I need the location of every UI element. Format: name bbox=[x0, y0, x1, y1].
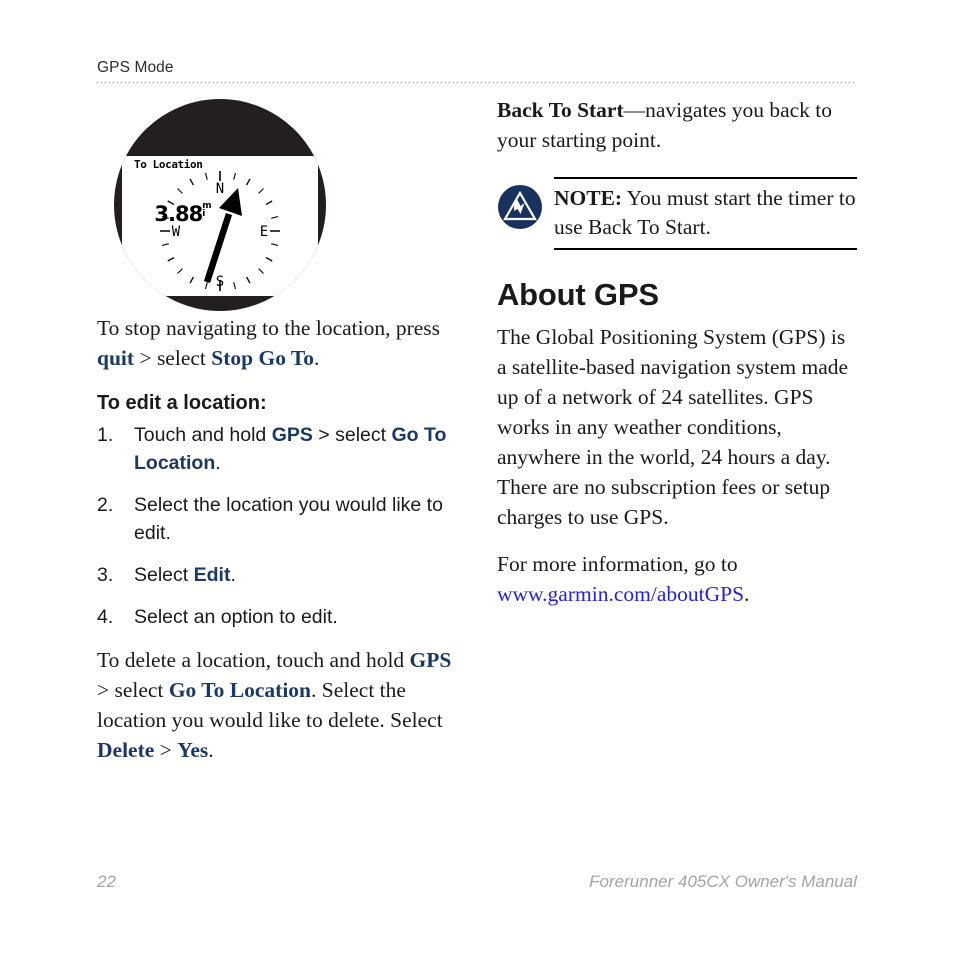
step-text-1: Select an option to edit. bbox=[134, 606, 338, 628]
about-gps-paragraph: The Global Positioning System (GPS) is a… bbox=[497, 325, 849, 529]
edit-location-heading: To edit a location: bbox=[97, 392, 267, 414]
list-item: 2. Select the location you would like to … bbox=[97, 491, 457, 547]
garmin-note-triangle-icon bbox=[498, 185, 542, 229]
list-item: 4. Select an option to edit. bbox=[97, 603, 457, 631]
stop-navigating-paragraph: To stop navigating to the location, pres… bbox=[97, 313, 457, 373]
page-number: 22 bbox=[97, 872, 116, 891]
ui-term-go-to-location: Go To Location bbox=[168, 678, 312, 702]
watch-screen: To Location N S E W 3.88 m i bbox=[122, 156, 318, 296]
ui-term-back-to-start: Back To Start bbox=[497, 98, 624, 122]
ui-term-gps: GPS bbox=[409, 648, 452, 672]
more-information-paragraph: For more information, go to www.garmin.c… bbox=[497, 549, 857, 609]
ui-term-edit: Edit bbox=[193, 564, 231, 586]
distance-unit: mi bbox=[202, 202, 211, 219]
compass-dial-icon: N S E W bbox=[160, 171, 280, 291]
ui-term-quit: quit bbox=[97, 346, 135, 370]
compass-west-label: W bbox=[172, 224, 181, 240]
bearing-pointer-icon bbox=[203, 188, 242, 284]
forerunner-watch-illustration: To Location N S E W 3.88 m i bbox=[114, 99, 326, 311]
header-title: GPS Mode bbox=[97, 59, 174, 76]
step-number: 2. bbox=[97, 494, 114, 516]
back-to-start-paragraph: Back To Start—navigates you back to your… bbox=[497, 95, 857, 155]
watch-figure: To Location N S E W 3.88 m i bbox=[97, 95, 457, 313]
header-divider bbox=[97, 82, 857, 83]
edit-location-steps: 1. Touch and hold GPS > select Go To Loca… bbox=[97, 421, 457, 631]
delete-text-5: . bbox=[208, 738, 214, 762]
distance-unit-bottom: i bbox=[202, 209, 206, 219]
page-footer: 22 Forerunner 405CX Owner's Manual bbox=[97, 872, 857, 892]
garmin-about-gps-link[interactable]: www.garmin.com/aboutGPS bbox=[497, 582, 744, 606]
step-number: 1. bbox=[97, 424, 114, 446]
note-callout: NOTE: You must start the timer to use Ba… bbox=[497, 177, 857, 250]
stop-nav-text-2: > select bbox=[134, 346, 212, 370]
step-number: 4. bbox=[97, 606, 114, 628]
note-text: NOTE: You must start the timer to use Ba… bbox=[554, 184, 857, 242]
more-info-trail: . bbox=[744, 582, 750, 606]
step-text-3: . bbox=[215, 452, 221, 474]
step-text-2: . bbox=[230, 564, 236, 586]
delete-text-2: > select bbox=[97, 678, 169, 702]
left-column: To Location N S E W 3.88 m i To stop nav… bbox=[97, 95, 457, 782]
step-number: 3. bbox=[97, 564, 114, 586]
ui-term-stop-go-to: Stop Go To bbox=[211, 346, 315, 370]
note-body: NOTE: You must start the timer to use Ba… bbox=[554, 177, 857, 250]
stop-nav-text-1: To stop navigating to the location, pres… bbox=[97, 316, 441, 340]
step-text-1: Touch and hold bbox=[134, 424, 272, 446]
ui-term-gps: GPS bbox=[271, 424, 313, 446]
compass-east-label: E bbox=[260, 224, 268, 240]
page-header: GPS Mode bbox=[97, 58, 857, 83]
step-text-1: Select the location you would like to ed… bbox=[134, 494, 443, 544]
distance-readout: 3.88 m i bbox=[122, 202, 244, 226]
step-text-2: > select bbox=[312, 424, 392, 446]
compass-north-label: N bbox=[216, 181, 224, 197]
list-item: 1. Touch and hold GPS > select Go To Loca… bbox=[97, 421, 457, 477]
note-keyword: NOTE: bbox=[554, 186, 623, 210]
stop-nav-text-3: . bbox=[314, 346, 320, 370]
ui-term-delete: Delete bbox=[97, 738, 155, 762]
right-column: Back To Start—navigates you back to your… bbox=[497, 95, 857, 626]
manual-title: Forerunner 405CX Owner's Manual bbox=[589, 872, 857, 891]
list-item: 3. Select Edit. bbox=[97, 561, 457, 589]
more-info-lead: For more information, go to bbox=[497, 552, 738, 576]
ui-term-yes: Yes bbox=[177, 738, 209, 762]
distance-value: 3.88 bbox=[154, 202, 203, 226]
manual-page: GPS Mode To Location N S E W 3.88 m i To… bbox=[0, 0, 954, 954]
step-text-1: Select bbox=[134, 564, 194, 586]
about-gps-heading: About GPS bbox=[497, 277, 659, 312]
delete-text-1: To delete a location, touch and hold bbox=[97, 648, 410, 672]
delete-text-4: > bbox=[154, 738, 178, 762]
compass-south-label: S bbox=[216, 274, 224, 290]
delete-location-paragraph: To delete a location, touch and hold GPS… bbox=[97, 645, 457, 765]
